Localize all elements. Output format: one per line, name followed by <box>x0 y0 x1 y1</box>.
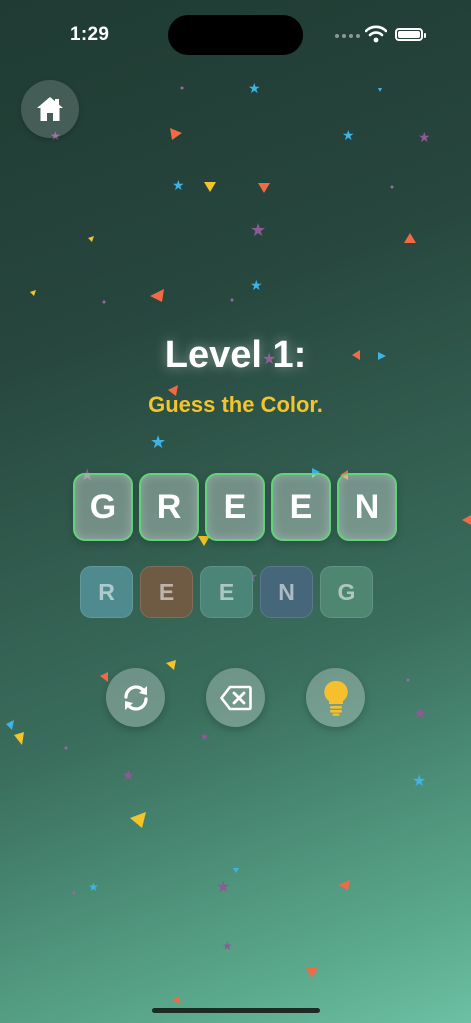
hint-button[interactable] <box>306 668 365 727</box>
signal-icon <box>335 34 360 38</box>
answer-row: G R E E N <box>73 473 397 541</box>
letter-pool-tile[interactable]: R <box>80 566 133 618</box>
svg-text:★: ★ <box>172 178 185 194</box>
answer-tile[interactable]: E <box>271 473 331 541</box>
svg-text:★: ★ <box>250 278 263 294</box>
letter-pool-tile[interactable]: E <box>140 566 193 618</box>
svg-text:★: ★ <box>412 771 426 790</box>
svg-text:★: ★ <box>418 130 431 146</box>
answer-tile[interactable]: E <box>205 473 265 541</box>
home-button[interactable] <box>21 80 79 138</box>
level-title: Level 1: <box>164 334 307 376</box>
answer-tile[interactable]: N <box>337 473 397 541</box>
svg-text:★: ★ <box>414 706 427 722</box>
svg-text:★: ★ <box>216 877 230 896</box>
answer-tile[interactable]: G <box>73 473 133 541</box>
svg-text:★: ★ <box>200 732 209 743</box>
home-icon <box>37 97 63 121</box>
refresh-icon <box>123 684 148 711</box>
status-bar: 1:29 <box>0 0 471 70</box>
dynamic-island <box>168 15 303 55</box>
svg-text:★: ★ <box>150 432 166 453</box>
status-time: 1:29 <box>70 24 110 45</box>
letter-pool-tile[interactable]: N <box>260 566 313 618</box>
letter-pool-tile[interactable]: G <box>320 566 373 618</box>
backspace-icon <box>219 685 252 710</box>
answer-tile[interactable]: R <box>139 473 199 541</box>
svg-text:★: ★ <box>222 939 233 953</box>
letter-pool: R E E N G <box>80 566 373 618</box>
home-indicator <box>152 1008 320 1013</box>
level-subtitle: Guess the Color. <box>148 392 323 417</box>
delete-button[interactable] <box>206 668 265 727</box>
svg-text:★: ★ <box>342 128 355 144</box>
svg-text:★: ★ <box>250 220 266 241</box>
svg-text:★: ★ <box>88 880 99 894</box>
svg-text:★: ★ <box>122 768 135 784</box>
wifi-icon <box>365 25 387 43</box>
battery-icon <box>395 28 426 41</box>
letter-pool-tile[interactable]: E <box>200 566 253 618</box>
shuffle-button[interactable] <box>106 668 165 727</box>
lightbulb-icon <box>323 680 348 716</box>
svg-text:★: ★ <box>248 81 261 97</box>
